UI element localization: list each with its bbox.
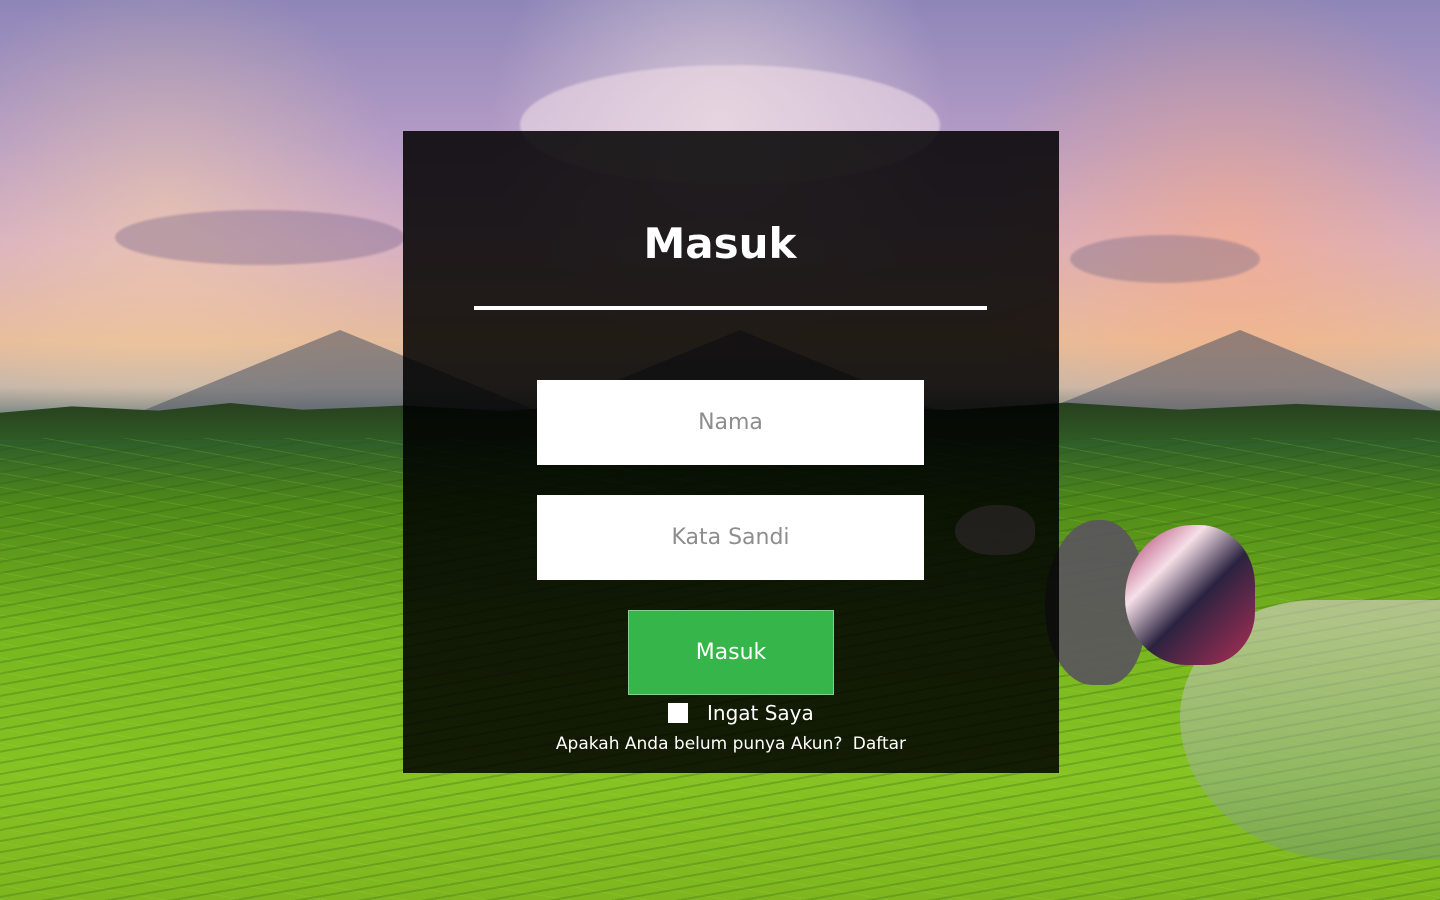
name-input[interactable] [537, 380, 924, 465]
farmer-right [1125, 525, 1255, 665]
signup-prompt: Apakah Anda belum punya Akun? [555, 734, 843, 754]
remember-me-option[interactable]: Ingat Saya [668, 701, 828, 725]
remember-checkbox[interactable] [668, 703, 688, 723]
signup-row: Apakah Anda belum punya Akun? Daftar [403, 734, 1059, 754]
password-input[interactable] [537, 495, 924, 580]
login-form: Masuk Ingat Saya Apakah Anda belum punya… [403, 131, 1059, 773]
login-button[interactable]: Masuk [628, 610, 834, 695]
signup-link[interactable]: Daftar [853, 734, 906, 754]
remember-label: Ingat Saya [707, 701, 814, 725]
